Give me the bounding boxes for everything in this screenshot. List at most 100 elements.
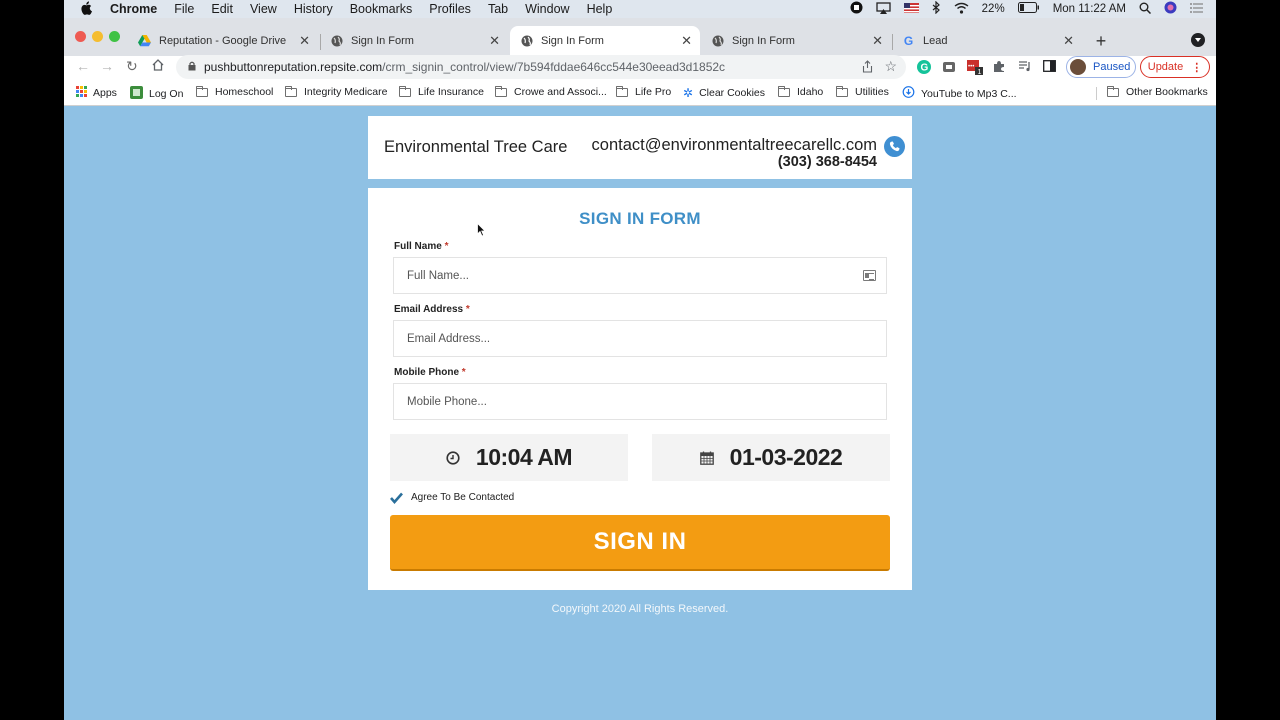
contact-phone-link[interactable]: (303) 368-8454 [778, 154, 877, 170]
bookmark-idaho[interactable]: Idaho [778, 85, 824, 98]
sign-in-button[interactable]: SIGN IN [390, 515, 890, 571]
google-drive-icon [138, 35, 151, 48]
menu-profiles[interactable]: Profiles [429, 2, 471, 16]
tab-close-button[interactable]: ✕ [872, 33, 883, 49]
extensions-puzzle-icon[interactable] [992, 59, 1006, 76]
agree-to-be-contacted-option[interactable]: Agree To Be Contacted [390, 491, 514, 504]
email-address-input[interactable] [407, 332, 847, 345]
bookmark-utilities[interactable]: Utilities [836, 85, 889, 98]
tab-sign-in-form-3[interactable]: Sign In Form ✕ [701, 26, 891, 56]
agree-checkbox[interactable] [390, 491, 403, 504]
full-name-field[interactable] [393, 257, 887, 294]
date-value: 01-03-2022 [729, 444, 843, 470]
home-button[interactable] [152, 58, 164, 74]
window-minimize-button[interactable] [92, 31, 103, 42]
siri-icon[interactable] [1164, 1, 1177, 17]
tab-close-button[interactable]: ✕ [681, 33, 692, 49]
menu-history[interactable]: History [294, 2, 333, 16]
apple-menu-icon[interactable] [80, 0, 94, 18]
tab-title: Reputation - Google Drive [159, 35, 287, 47]
tab-search-button[interactable] [1191, 33, 1205, 47]
bookmark-life-pro[interactable]: Life Pro [616, 85, 671, 98]
extension-icon[interactable] [942, 60, 956, 77]
back-button[interactable]: ← [76, 58, 90, 74]
url-path: /crm_signin_control/view/7b594fddae646cc… [382, 60, 726, 74]
menu-bookmarks[interactable]: Bookmarks [350, 2, 413, 16]
date-display: 01-03-2022 [652, 434, 890, 481]
spotlight-search-icon[interactable] [1139, 2, 1152, 17]
full-name-label: Full Name * [394, 241, 448, 252]
share-icon[interactable] [862, 60, 873, 76]
tab-sign-in-form-1[interactable]: Sign In Form ✕ [320, 26, 508, 56]
forward-button[interactable]: → [100, 58, 114, 74]
tab-strip: Reputation - Google Drive ✕ Sign In Form… [64, 18, 1216, 56]
full-name-input[interactable] [407, 269, 847, 282]
tab-lead[interactable]: G Lead ✕ [892, 26, 1082, 56]
window-zoom-button[interactable] [109, 31, 120, 42]
tab-reputation-google-drive[interactable]: Reputation - Google Drive ✕ [128, 26, 318, 56]
tab-close-button[interactable]: ✕ [299, 33, 310, 49]
svg-text:1: 1 [978, 69, 982, 76]
profile-paused-button[interactable]: Paused [1066, 56, 1136, 78]
bookmark-other-bookmarks[interactable]: Other Bookmarks [1107, 85, 1208, 98]
menubar-clock[interactable]: Mon 11:22 AM [1053, 3, 1126, 15]
svg-text:G: G [921, 63, 929, 74]
bookmark-homeschool[interactable]: Homeschool [196, 85, 273, 98]
airplay-icon[interactable] [876, 1, 891, 17]
media-control-icon[interactable] [1018, 60, 1032, 75]
mobile-phone-field[interactable] [393, 383, 887, 420]
bookmark-log-on[interactable]: Log On [130, 86, 183, 102]
bookmark-youtube-to-mp3[interactable]: YouTube to Mp3 C... [902, 86, 1017, 101]
bookmarks-divider [1096, 87, 1097, 100]
download-cloud-icon [902, 86, 915, 101]
battery-icon[interactable] [1017, 2, 1040, 16]
menu-chrome[interactable]: Chrome [110, 2, 157, 16]
grammarly-extension-icon[interactable]: G [917, 60, 931, 77]
copyright-text: Copyright 2020 All Rights Reserved. [551, 603, 729, 615]
contact-email-link[interactable]: contact@environmentaltreecarellc.com [592, 136, 877, 155]
bookmark-life-insurance[interactable]: Life Insurance [399, 85, 484, 98]
menu-view[interactable]: View [250, 2, 277, 16]
bookmark-label: Clear Cookies [699, 87, 766, 99]
control-center-icon[interactable] [1190, 2, 1204, 17]
bookmarks-bar: Apps Log On Homeschool Integrity Medicar… [64, 80, 1216, 106]
bluetooth-icon[interactable] [932, 0, 941, 17]
new-tab-button[interactable]: + [1090, 30, 1112, 52]
globe-icon [330, 35, 343, 48]
address-bar[interactable]: pushbuttonreputation.repsite.com/crm_sig… [176, 55, 906, 79]
bookmark-integrity-medicare[interactable]: Integrity Medicare [285, 85, 387, 98]
reload-button[interactable]: ↻ [126, 58, 138, 75]
gear-icon: ✲ [683, 86, 694, 100]
bookmark-crowe-and-associates[interactable]: Crowe and Associ... [495, 85, 607, 98]
menu-help[interactable]: Help [587, 2, 613, 16]
email-address-label: Email Address * [394, 304, 470, 315]
stop-recording-icon[interactable] [850, 1, 863, 17]
menu-edit[interactable]: Edit [211, 2, 233, 16]
mobile-phone-label: Mobile Phone * [394, 367, 466, 378]
side-panel-icon[interactable] [1043, 60, 1056, 75]
menu-window[interactable]: Window [525, 2, 569, 16]
menu-tab[interactable]: Tab [488, 2, 508, 16]
lock-icon[interactable] [188, 61, 196, 74]
logon-icon [130, 86, 143, 102]
tab-sign-in-form-active[interactable]: Sign In Form ✕ [510, 26, 700, 56]
menu-file[interactable]: File [174, 2, 194, 16]
us-flag-icon[interactable] [903, 2, 919, 16]
bookmark-apps[interactable]: Apps [76, 86, 117, 100]
email-address-field[interactable] [393, 320, 887, 357]
lastpass-extension-icon[interactable]: ••• 1 [966, 58, 984, 79]
bookmark-star-icon[interactable]: ☆ [884, 58, 897, 75]
tab-close-button[interactable]: ✕ [489, 33, 500, 49]
tab-close-button[interactable]: ✕ [1063, 33, 1074, 49]
update-chrome-button[interactable]: Update ⋮ [1140, 56, 1210, 78]
mobile-phone-input[interactable] [407, 395, 847, 408]
page-content: Environmental Tree Care contact@environm… [64, 107, 1216, 720]
macos-menubar: Chrome File Edit View History Bookmarks … [64, 0, 1216, 18]
bookmark-clear-cookies[interactable]: ✲ Clear Cookies [683, 86, 765, 100]
phone-icon[interactable] [884, 136, 905, 157]
wifi-icon[interactable] [954, 2, 969, 17]
label-text: Email Address [394, 304, 464, 315]
bookmark-label: Idaho [797, 86, 824, 98]
window-close-button[interactable] [75, 31, 86, 42]
folder-icon [836, 85, 848, 97]
